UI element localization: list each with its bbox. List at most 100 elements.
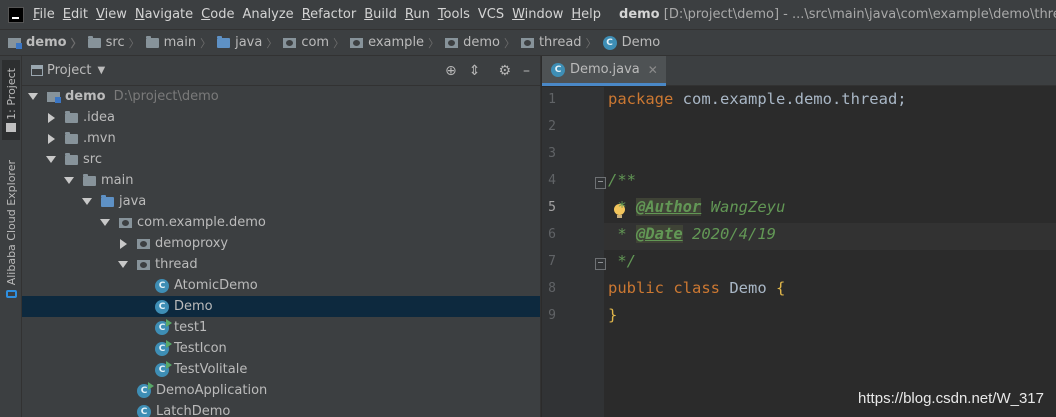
breadcrumb-item-demo-class[interactable]: C Demo [602,35,660,50]
expand-arrow-icon[interactable] [46,156,56,163]
menu-item-build[interactable]: Build [364,7,397,22]
expand-arrow-icon[interactable] [82,198,92,205]
menu-label: VCS [477,7,505,22]
tree-item-path: D:\project\demo [113,89,219,104]
line-number: 6 [548,227,556,242]
tree-item-label: thread [155,257,198,272]
menu-item-file[interactable]: File [33,7,55,22]
menu-item-view[interactable]: View [96,7,127,22]
tree-item[interactable]: C AtomicDemo [22,275,540,296]
menu-item-vcs[interactable]: VCS [478,7,504,22]
line-number: 7 [548,254,556,269]
project-view-selector[interactable]: Project [47,63,91,78]
tree-item[interactable]: C LatchDemo [22,401,540,417]
gear-icon[interactable]: ⚙ [498,64,511,78]
menu-label: ools [443,7,470,22]
collapse-arrow-icon[interactable] [120,238,127,249]
tree-item[interactable]: C TestIcon [22,338,540,359]
breadcrumb: demo 〉 src 〉 main 〉 java 〉 com 〉 example 〉 dem… [0,29,1056,56]
tree-item-label: .idea [83,110,115,125]
crumb-label: src [105,35,125,50]
project-panel-toolbar: ⊕ ⇕ ⚙ – [445,56,530,86]
chevron-down-icon[interactable]: ▼ [97,65,105,76]
tree-item[interactable]: C Demo [22,296,540,317]
tree-item[interactable]: thread [22,254,540,275]
doc-comment-star: * [608,198,636,216]
breadcrumb-item-demo[interactable]: demo 〉 [8,35,88,51]
breadcrumb-item-demo-package[interactable]: demo 〉 [445,35,521,51]
menu-item-refactor[interactable]: Refactor [302,7,357,22]
project-panel-header: Project ▼ ⊕ ⇕ ⚙ – [22,56,540,86]
tree-item[interactable]: C DemoApplication [22,380,540,401]
menu-label: elp [581,7,602,22]
chevron-right-icon: 〉 [128,36,140,50]
line-number: 4 [548,173,556,188]
tree-item[interactable]: .idea [22,107,540,128]
menu-label: dit [71,7,88,22]
close-icon[interactable]: ✕ [648,63,658,77]
watermark: https://blog.csdn.net/W_317 [858,390,1044,407]
crumb-label: demo [463,35,500,50]
line-number: 9 [548,308,556,323]
tree-item[interactable]: main [22,170,540,191]
tree-item[interactable]: demoproxy [22,233,540,254]
collapse-all-icon[interactable]: ⇕ [469,64,481,78]
tab-alibaba-cloud-explorer[interactable]: Alibaba Cloud Explorer [2,154,20,304]
menu-item-code[interactable]: Code [201,7,234,22]
tree-item[interactable]: demo D:\project\demo [22,86,540,107]
line-number: 8 [548,281,556,296]
tree-item[interactable]: java [22,191,540,212]
breadcrumb-item-example[interactable]: example 〉 [350,35,445,51]
breadcrumb-item-com[interactable]: com 〉 [283,35,350,51]
code-line-6: */ [608,252,636,270]
menu-item-edit[interactable]: Edit [63,7,88,22]
runnable-class-icon: C [137,381,154,398]
expand-arrow-icon[interactable] [118,261,128,268]
menu-mnemonic: V [95,7,105,22]
breadcrumb-item-src[interactable]: src 〉 [87,35,146,51]
tree-item[interactable]: .mvn [22,128,540,149]
package-name: com.example.demo.thread; [673,90,907,108]
left-tool-stripe: 1: Project Alibaba Cloud Explorer [0,56,22,417]
crumb-label: demo [26,35,67,50]
menu-item-tools[interactable]: Tools [438,7,470,22]
line-number: 2 [548,119,556,134]
line-number-gutter: 1 2 3 4 5 6 7 8 9 [542,87,606,417]
collapse-arrow-icon[interactable] [48,133,55,144]
locate-file-icon[interactable]: ⊕ [445,64,457,78]
tree-item[interactable]: com.example.demo [22,212,540,233]
menu-item-help[interactable]: Help [571,7,601,22]
doc-comment-star: * [608,225,636,243]
breadcrumb-item-java[interactable]: java 〉 [217,35,283,51]
menu-item-run[interactable]: Run [405,7,430,22]
chevron-right-icon: 〉 [200,36,212,50]
editor: C Demo.java ✕ 1 2 3 4 5 6 7 8 9 package com.exam… [542,56,1056,417]
menu-items: File Edit View Navigate Code Analyze Refactor B… [33,7,609,22]
tab-project-tool-window[interactable]: 1: Project [2,60,20,140]
code-area[interactable]: package com.example.demo.thread; /** * @… [604,87,1056,417]
tab-label: Demo.java [570,62,640,77]
code-line-4: * @Author WangZeyu [608,198,785,216]
expand-arrow-icon[interactable] [28,93,38,100]
menu-item-navigate[interactable]: Navigate [135,7,193,22]
tree-item-label: test1 [174,320,208,335]
tree-item[interactable]: Ctest1 [22,317,540,338]
breadcrumb-item-main[interactable]: main 〉 [145,35,217,51]
package-icon [520,37,534,48]
chevron-right-icon: 〉 [70,36,82,50]
tree-item[interactable]: C TestVolitale [22,359,540,380]
tree-item-label: TestIcon [174,341,227,356]
hide-panel-icon[interactable]: – [523,64,530,78]
breadcrumb-item-thread[interactable]: thread 〉 [520,35,603,51]
tab-demo-java[interactable]: C Demo.java ✕ [542,56,666,86]
menu-item-analyze[interactable]: Analyze [242,7,293,22]
collapse-arrow-icon[interactable] [48,112,55,123]
menu-label: Analyze [242,7,294,22]
tree-item[interactable]: src [22,149,540,170]
tree-item-label: demoproxy [155,236,229,251]
package-icon [445,37,459,48]
menu-item-window[interactable]: Window [512,7,563,22]
expand-arrow-icon[interactable] [100,219,110,226]
expand-arrow-icon[interactable] [64,177,74,184]
window-title: demo [D:\project\demo] - ...\src\main\ja… [619,7,1056,22]
